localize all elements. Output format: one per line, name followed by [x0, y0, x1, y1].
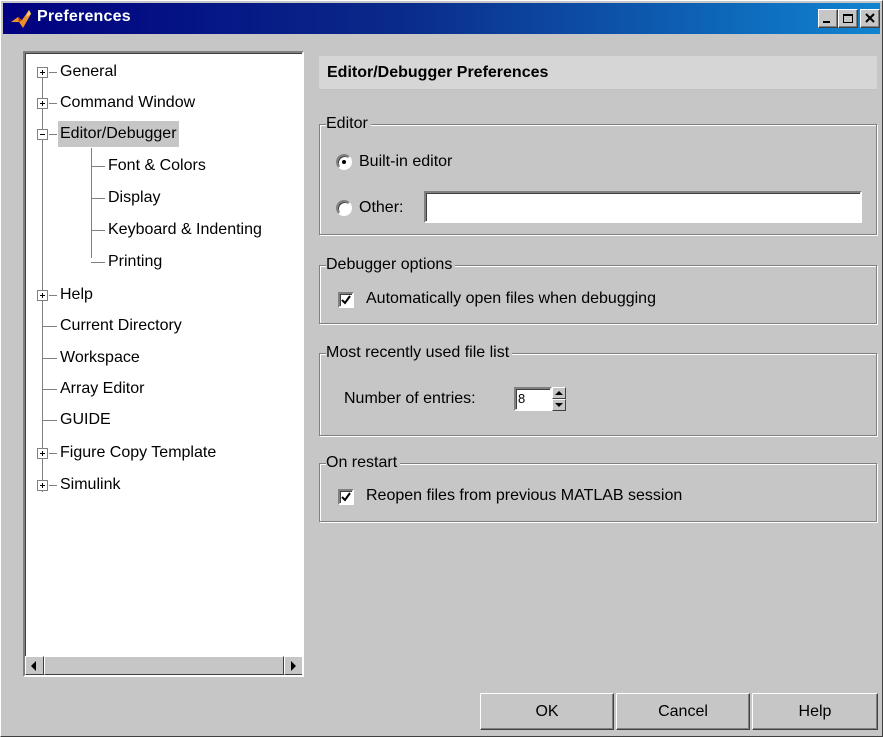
maximize-button[interactable] — [838, 9, 858, 28]
on-restart-title: On restart — [326, 453, 401, 473]
builtin-editor-radio[interactable] — [336, 154, 352, 170]
tree-item-label: Simulink — [60, 476, 121, 493]
mru-file-list-title: Most recently used file list — [326, 343, 513, 363]
auto-open-files-checkbox[interactable] — [338, 292, 354, 308]
number-of-entries-value[interactable]: 8 — [514, 387, 552, 411]
maximize-icon — [843, 14, 853, 23]
other-editor-radio[interactable] — [336, 200, 352, 216]
spinner-up-button[interactable] — [552, 387, 566, 399]
reopen-files-checkbox[interactable] — [338, 489, 354, 505]
tree-item-label: Help — [60, 286, 93, 303]
arrow-up-icon — [555, 391, 563, 395]
arrow-down-icon — [555, 403, 563, 407]
number-of-entries-label: Number of entries: — [344, 390, 476, 407]
other-editor-label[interactable]: Other: — [359, 198, 403, 218]
matlab-logo-icon — [11, 10, 31, 28]
expand-icon[interactable] — [37, 480, 48, 491]
minimize-icon — [823, 21, 830, 23]
checkmark-icon — [341, 492, 351, 502]
other-editor-input[interactable] — [424, 191, 862, 223]
expand-icon[interactable] — [37, 290, 48, 301]
close-button[interactable] — [860, 9, 880, 28]
title-bar[interactable]: Preferences — [3, 3, 880, 34]
window-title: Preferences — [37, 8, 131, 25]
tree-item-label: Keyboard & Indenting — [108, 221, 262, 238]
spinner-down-button[interactable] — [552, 399, 566, 411]
tree-connector — [91, 148, 92, 258]
pane-title: Editor/Debugger Preferences — [319, 56, 877, 90]
collapse-icon[interactable] — [37, 129, 48, 140]
builtin-editor-label[interactable]: Built-in editor — [359, 152, 452, 172]
scroll-left-button[interactable] — [25, 656, 44, 675]
arrow-left-icon — [31, 661, 36, 671]
scrollbar-thumb[interactable] — [44, 656, 284, 675]
arrow-right-icon — [291, 661, 296, 671]
expand-icon[interactable] — [37, 448, 48, 459]
scroll-right-button[interactable] — [284, 656, 302, 675]
tree-item-label: Display — [108, 189, 161, 206]
tree-item-label: Font & Colors — [108, 157, 206, 174]
tree-item-label: Printing — [108, 253, 163, 270]
minimize-button[interactable] — [818, 9, 838, 28]
auto-open-files-label[interactable]: Automatically open files when debugging — [366, 289, 656, 309]
tree-item-label: Command Window — [60, 94, 196, 111]
expand-icon[interactable] — [37, 67, 48, 78]
tree-item-label: Workspace — [60, 349, 140, 366]
number-of-entries-spinner[interactable]: 8 — [514, 387, 568, 411]
checkmark-icon — [341, 295, 351, 305]
cancel-button[interactable]: Cancel — [616, 693, 750, 730]
tree-item-label: Array Editor — [60, 380, 145, 397]
tree-horizontal-scrollbar[interactable] — [25, 656, 302, 675]
tree-item-label: Current Directory — [60, 317, 182, 334]
expand-icon[interactable] — [37, 98, 48, 109]
tree-item-label: General — [60, 63, 117, 80]
help-button[interactable]: Help — [752, 693, 878, 730]
close-icon — [865, 13, 875, 23]
debugger-options-title: Debugger options — [326, 255, 456, 275]
editor-group-title: Editor — [326, 114, 371, 134]
tree-item-label: Editor/Debugger — [58, 121, 179, 147]
preferences-tree[interactable]: General Command Window Editor/Debugger F… — [23, 51, 304, 677]
tree-item-label: GUIDE — [60, 411, 111, 428]
reopen-files-label[interactable]: Reopen files from previous MATLAB sessio… — [366, 486, 682, 506]
tree-item-label: Figure Copy Template — [60, 444, 217, 461]
preferences-window: Preferences General Command Window Edito… — [0, 0, 883, 737]
ok-button[interactable]: OK — [480, 693, 614, 730]
